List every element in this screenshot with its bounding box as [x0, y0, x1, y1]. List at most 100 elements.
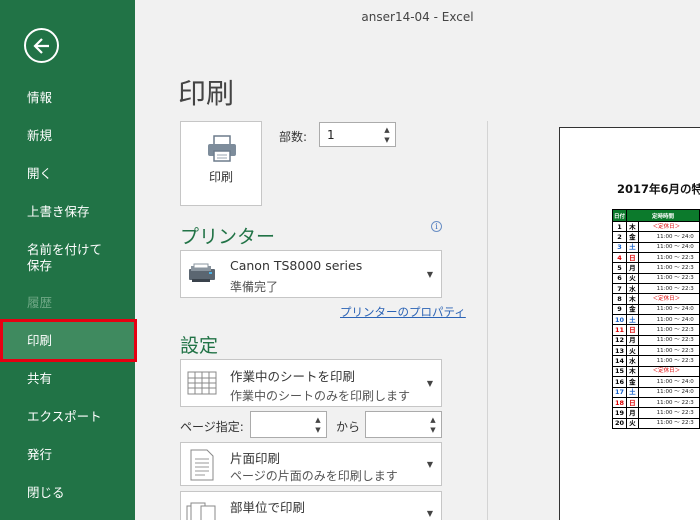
pages-label: ページ指定:	[180, 420, 244, 434]
nav-print[interactable]: 印刷	[0, 319, 137, 362]
preview-time-cell: 11:00 ～ 24:0	[637, 386, 700, 398]
print-button-label: 印刷	[208, 170, 233, 184]
dropdown-caret-icon: ▼	[426, 379, 433, 388]
preview-day-cell: 火	[626, 345, 639, 357]
print-button[interactable]: 印刷	[180, 121, 262, 206]
preview-date-cell: 14	[611, 355, 628, 367]
preview-day-cell: 金	[626, 376, 639, 388]
preview-date-cell: 1	[611, 220, 628, 233]
spin-down-icon[interactable]: ▼	[427, 425, 439, 435]
preview-title: 2017年6月の特	[617, 182, 700, 196]
pages-to-input[interactable]: ▲ ▼	[365, 411, 442, 438]
preview-day-cell: 金	[626, 231, 639, 243]
sides-dropdown[interactable]: 片面印刷 ページの片面のみを印刷します ▼	[180, 442, 442, 486]
table-row: 7 水 11:00 ～ 22:3	[611, 283, 700, 295]
preview-date-cell: 3	[611, 241, 628, 254]
nav-export[interactable]: エクスポート	[0, 409, 135, 425]
window-title: anser14-04 - Excel	[361, 10, 474, 24]
nav-history: 履歴	[27, 295, 53, 310]
back-button[interactable]	[24, 28, 59, 63]
table-row: 5 月 11:00 ～ 22:3	[611, 262, 700, 274]
preview-date-cell: 9	[611, 303, 628, 316]
copies-label: 部数:	[279, 130, 308, 144]
info-icon[interactable]: i	[431, 221, 442, 232]
nav-close[interactable]: 閉じる	[0, 485, 135, 501]
table-row: 9 金 11:00 ～ 24:0	[611, 303, 700, 316]
preview-day-cell: 水	[626, 355, 639, 367]
page-title: 印刷	[178, 77, 235, 110]
preview-time-cell: 11:00 ～ 22:3	[637, 252, 700, 264]
sides-title: 片面印刷	[230, 451, 281, 466]
preview-day-cell: 月	[626, 334, 639, 347]
preview-day-cell: 日	[626, 252, 639, 264]
dropdown-caret-icon: ▼	[426, 460, 433, 469]
pages-to-label: から	[336, 420, 361, 434]
collate-dropdown[interactable]: 部単位で印刷 ▼	[180, 491, 442, 520]
table-row: 12 月 11:00 ～ 22:3	[611, 334, 700, 347]
printer-dropdown[interactable]: Canon TS8000 series 準備完了 ▼	[180, 250, 442, 298]
table-row: 14 水 11:00 ～ 22:3	[611, 355, 700, 367]
sides-sub: ページの片面のみを印刷します	[230, 469, 398, 483]
preview-date-cell: 11	[611, 324, 628, 336]
spin-down-icon[interactable]: ▼	[381, 135, 393, 145]
preview-date-cell: 6	[611, 272, 628, 285]
table-row: 3 土 11:00 ～ 24:0	[611, 241, 700, 254]
panel-divider	[487, 121, 488, 520]
preview-time-cell: 11:00 ～ 24:0	[637, 231, 700, 243]
preview-day-cell: 日	[626, 324, 639, 336]
spin-up-icon[interactable]: ▲	[312, 415, 324, 425]
preview-date-cell: 7	[611, 283, 628, 295]
nav-publish[interactable]: 発行	[0, 447, 135, 463]
preview-date-cell: 10	[611, 314, 628, 326]
spin-up-icon[interactable]: ▲	[381, 125, 393, 135]
table-row: 11 日 11:00 ～ 22:3	[611, 324, 700, 336]
table-row: 15 木＜定休日＞	[611, 365, 700, 378]
preview-date-cell: 13	[611, 345, 628, 357]
collate-title: 部単位で印刷	[230, 500, 306, 515]
nav-open[interactable]: 開く	[0, 166, 135, 182]
printer-status: 準備完了	[230, 280, 279, 294]
preview-day-cell: 金	[626, 303, 639, 316]
preview-header-hours: 定時時間	[626, 209, 700, 222]
printer-device-icon	[189, 263, 215, 282]
nav-save[interactable]: 上書き保存	[0, 204, 135, 220]
print-what-dropdown[interactable]: 作業中のシートを印刷 作業中のシートのみを印刷します ▼	[180, 359, 442, 407]
preview-day-cell: 月	[626, 262, 639, 274]
preview-time-cell: 11:00 ～ 22:3	[637, 324, 700, 336]
table-row: 18 日 11:00 ～ 22:3	[611, 396, 700, 409]
printer-heading: プリンター	[180, 226, 276, 248]
spin-up-icon[interactable]: ▲	[427, 415, 439, 425]
print-what-sub: 作業中のシートのみを印刷します	[230, 389, 411, 403]
pages-from-input[interactable]: ▲ ▼	[250, 411, 327, 438]
nav-new[interactable]: 新規	[0, 128, 135, 144]
preview-date-cell: 16	[611, 376, 628, 388]
table-row: 4 日 11:00 ～ 22:3	[611, 252, 700, 264]
spin-down-icon[interactable]: ▼	[312, 425, 324, 435]
preview-time-cell: 11:00 ～ 22:3	[637, 334, 700, 347]
copies-stepper[interactable]: 1 ▲ ▼	[319, 122, 396, 147]
preview-day-cell: 土	[626, 241, 639, 254]
preview-time-cell: 11:00 ～ 22:3	[637, 396, 700, 409]
preview-time-cell: 11:00 ～ 24:0	[637, 314, 700, 326]
preview-time-cell: ＜定休日＞	[637, 220, 700, 233]
preview-day-cell: 月	[626, 407, 639, 419]
one-sided-page-icon	[190, 449, 214, 481]
preview-day-cell: 水	[626, 283, 639, 295]
nav-share[interactable]: 共有	[0, 371, 135, 387]
preview-date-cell: 17	[611, 386, 628, 398]
table-row: 1 木＜定休日＞	[611, 220, 700, 233]
preview-date-cell: 20	[611, 417, 628, 429]
preview-time-cell: 11:00 ～ 24:0	[637, 241, 700, 254]
collated-pages-icon	[186, 502, 216, 520]
preview-time-cell: 11:00 ～ 22:3	[637, 417, 700, 429]
backstage-sidebar: 情報 新規 開く 上書き保存 名前を付けて 保存 履歴 印刷 共有 エクスポート…	[0, 0, 137, 520]
sheet-grid-icon	[187, 371, 217, 395]
printer-properties-link[interactable]: プリンターのプロパティ	[340, 304, 466, 320]
preview-time-cell: ＜定休日＞	[637, 293, 700, 305]
nav-info[interactable]: 情報	[0, 90, 135, 106]
preview-date-cell: 8	[611, 293, 628, 305]
preview-day-cell: 木	[626, 293, 639, 305]
preview-time-cell: 11:00 ～ 22:3	[637, 407, 700, 419]
preview-day-cell: 火	[626, 272, 639, 285]
nav-save-as[interactable]: 名前を付けて 保存	[0, 242, 135, 274]
